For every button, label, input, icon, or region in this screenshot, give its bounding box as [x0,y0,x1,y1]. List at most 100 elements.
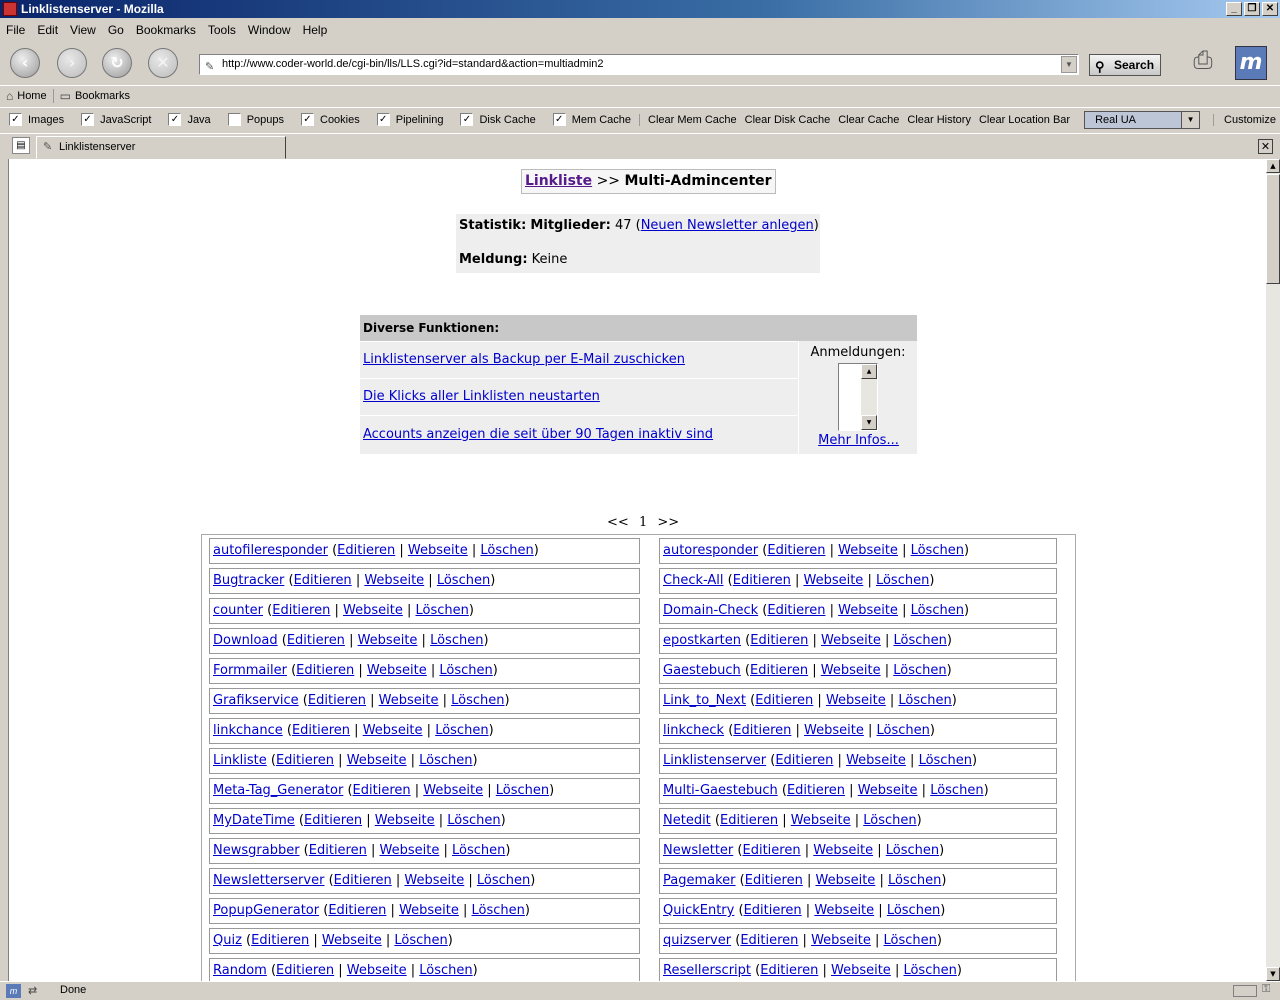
maximize-button[interactable]: ❐ [1244,2,1260,16]
customize-button[interactable]: Customize [1213,113,1280,126]
script-name-link[interactable]: Formmailer [213,663,287,678]
scrollbar-thumb[interactable] [1266,174,1280,284]
delete-link[interactable]: Löschen [439,663,492,678]
script-name-link[interactable]: Grafikservice [213,693,299,708]
script-name-link[interactable]: quizserver [663,933,731,948]
mozilla-throbber-icon[interactable]: m [1235,46,1267,80]
website-link[interactable]: Webseite [358,633,418,648]
delete-link[interactable]: Löschen [930,783,983,798]
bookmarks-button[interactable]: ▭ Bookmarks [52,89,136,103]
next-page-link[interactable]: >> [657,515,679,530]
delete-link[interactable]: Löschen [884,933,937,948]
script-name-link[interactable]: counter [213,603,263,618]
edit-link[interactable]: Editieren [745,873,803,888]
menu-help[interactable]: Help [297,23,334,37]
edit-link[interactable]: Editieren [337,543,395,558]
website-link[interactable]: Webseite [322,933,382,948]
website-link[interactable]: Webseite [423,783,483,798]
script-name-link[interactable]: Linkliste [213,753,267,768]
edit-link[interactable]: Editieren [308,693,366,708]
script-name-link[interactable]: QuickEntry [663,903,734,918]
edit-link[interactable]: Editieren [287,633,345,648]
website-link[interactable]: Webseite [804,723,864,738]
popups-checkbox[interactable]: Popups [227,113,284,126]
reset-clicks-link[interactable]: Die Klicks aller Linklisten neustarten [363,389,600,404]
edit-link[interactable]: Editieren [276,753,334,768]
edit-link[interactable]: Editieren [733,723,791,738]
delete-link[interactable]: Löschen [430,633,483,648]
listbox-scrollbar[interactable]: ▲ ▼ [861,364,877,430]
delete-link[interactable]: Löschen [919,753,972,768]
script-name-link[interactable]: Resellerscript [663,963,751,978]
breadcrumb-link[interactable]: Linkliste [525,173,592,189]
edit-link[interactable]: Editieren [787,783,845,798]
url-bar[interactable]: ✎ http://www.coder-world.de/cgi-bin/lls/… [199,54,1079,75]
website-link[interactable]: Webseite [858,783,918,798]
delete-link[interactable]: Löschen [887,903,940,918]
close-window-button[interactable]: ✕ [1262,2,1278,16]
edit-link[interactable]: Editieren [328,903,386,918]
delete-link[interactable]: Löschen [419,963,472,978]
edit-link[interactable]: Editieren [740,933,798,948]
website-link[interactable]: Webseite [364,573,424,588]
forward-button[interactable]: › [57,48,87,78]
clear-history-button[interactable]: Clear History [903,114,975,126]
script-name-link[interactable]: autofileresponder [213,543,328,558]
backup-email-link[interactable]: Linklistenserver als Backup per E-Mail z… [363,352,685,367]
website-link[interactable]: Webseite [846,753,906,768]
script-name-link[interactable]: Linklistenserver [663,753,766,768]
website-link[interactable]: Webseite [838,603,898,618]
edit-link[interactable]: Editieren [767,543,825,558]
edit-link[interactable]: Editieren [334,873,392,888]
search-button[interactable]: ⚲ Search [1089,54,1161,76]
website-link[interactable]: Webseite [803,573,863,588]
scroll-down-icon[interactable]: ▼ [1266,967,1280,981]
edit-link[interactable]: Editieren [767,603,825,618]
script-name-link[interactable]: Check-All [663,573,724,588]
menu-tools[interactable]: Tools [202,23,242,37]
website-link[interactable]: Webseite [815,873,875,888]
script-name-link[interactable]: Gaestebuch [663,663,741,678]
edit-link[interactable]: Editieren [272,603,330,618]
edit-link[interactable]: Editieren [296,663,354,678]
prev-page-link[interactable]: << [607,515,629,530]
website-link[interactable]: Webseite [399,903,459,918]
delete-link[interactable]: Löschen [911,603,964,618]
new-tab-icon[interactable]: ▤ [12,137,30,154]
script-name-link[interactable]: autoresponder [663,543,758,558]
online-status-icon[interactable]: ⇄ [28,984,37,997]
scroll-up-icon[interactable]: ▲ [861,364,877,379]
new-newsletter-link[interactable]: Neuen Newsletter anlegen [641,218,814,233]
script-name-link[interactable]: Domain-Check [663,603,758,618]
menu-file[interactable]: File [0,23,31,37]
clear-cache-button[interactable]: Clear Cache [834,114,903,126]
edit-link[interactable]: Editieren [251,933,309,948]
delete-link[interactable]: Löschen [472,903,525,918]
more-info-link[interactable]: Mehr Infos... [818,433,899,448]
delete-link[interactable]: Löschen [480,543,533,558]
print-icon[interactable]: ⎙ [1187,46,1219,78]
clear-mem-cache-button[interactable]: Clear Mem Cache [639,113,741,126]
delete-link[interactable]: Löschen [496,783,549,798]
delete-link[interactable]: Löschen [452,843,505,858]
menu-window[interactable]: Window [242,23,297,37]
script-name-link[interactable]: epostkarten [663,633,741,648]
pipelining-checkbox[interactable]: ✓ Pipelining [376,113,443,126]
delete-link[interactable]: Löschen [893,633,946,648]
tab-linklistenserver[interactable]: ✎ Linklistenserver [36,136,286,159]
edit-link[interactable]: Editieren [309,843,367,858]
script-name-link[interactable]: Meta-Tag_Generator [213,783,343,798]
delete-link[interactable]: Löschen [898,693,951,708]
script-name-link[interactable]: linkcheck [663,723,724,738]
user-agent-select[interactable]: Real UA ▼ [1084,110,1201,129]
delete-link[interactable]: Löschen [903,963,956,978]
scroll-up-icon[interactable]: ▲ [1266,159,1280,173]
delete-link[interactable]: Löschen [876,573,929,588]
edit-link[interactable]: Editieren [294,573,352,588]
delete-link[interactable]: Löschen [863,813,916,828]
script-name-link[interactable]: linkchance [213,723,283,738]
edit-link[interactable]: Editieren [733,573,791,588]
edit-link[interactable]: Editieren [750,633,808,648]
script-name-link[interactable]: Netedit [663,813,711,828]
edit-link[interactable]: Editieren [755,693,813,708]
